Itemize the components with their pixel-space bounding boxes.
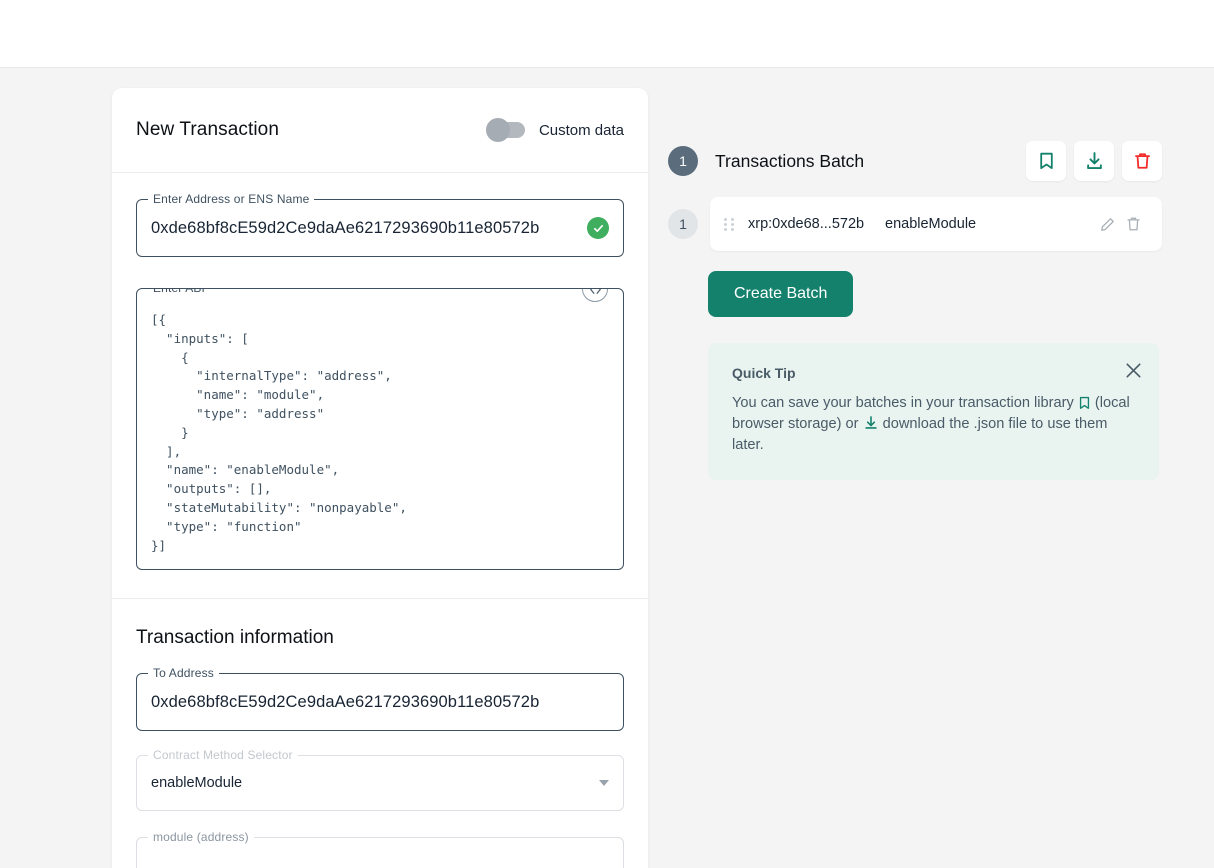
batch-row-wrapper: 1 xrp:0xde68...572b enableModule	[668, 197, 1162, 251]
batch-row-address: xrp:0xde68...572b	[748, 216, 865, 232]
app-top-bar	[0, 0, 1214, 68]
drag-handle-icon[interactable]	[724, 217, 734, 231]
abi-code-content: [{ "inputs": [ { "internalType": "addres…	[151, 312, 407, 553]
page-title: New Transaction	[136, 119, 280, 140]
batch-row-index: 1	[668, 209, 698, 239]
download-icon	[864, 416, 877, 429]
module-address-field-legend: module (address)	[148, 830, 254, 844]
batch-title: Transactions Batch	[715, 150, 865, 171]
address-field[interactable]: Enter Address or ENS Name 0xde68bf8cE59d…	[136, 192, 624, 257]
page-body: New Transaction Custom data Enter Addres…	[0, 68, 1214, 868]
chevron-down-icon[interactable]	[599, 780, 609, 786]
custom-data-toggle-group[interactable]: Custom data	[485, 118, 624, 142]
address-field-legend: Enter Address or ENS Name	[148, 192, 315, 206]
table-row[interactable]: xrp:0xde68...572b enableModule	[710, 197, 1162, 251]
transactions-batch-panel: 1 Transactions Batch 1 xrp:0xde68...572b…	[668, 68, 1178, 833]
transaction-information-title: Transaction information	[136, 627, 334, 648]
contract-method-selector[interactable]: Contract Method Selector enableModule	[136, 748, 624, 811]
to-address-field[interactable]: To Address 0xde68bf8cE59d2Ce9daAe6217293…	[136, 666, 624, 731]
check-circle-icon	[587, 217, 609, 239]
batch-row-method: enableModule	[885, 216, 977, 232]
quick-tip-title: Quick Tip	[732, 365, 796, 381]
custom-data-label: Custom data	[538, 121, 624, 139]
quick-tip-card: Quick Tip You can save your batches in y…	[708, 343, 1159, 480]
close-icon[interactable]	[1126, 363, 1141, 378]
card-header: New Transaction Custom data	[112, 88, 648, 173]
quick-tip-body: You can save your batches in your transa…	[732, 393, 1135, 456]
abi-field[interactable]: Enter ABI [{ "inputs": [ { "internalType…	[136, 288, 624, 570]
create-batch-button[interactable]: Create Batch	[708, 271, 854, 317]
address-field-value: 0xde68bf8cE59d2Ce9daAe6217293690b11e8057…	[151, 218, 540, 237]
batch-action-buttons	[1026, 141, 1162, 181]
module-address-field[interactable]: module (address)	[136, 830, 624, 868]
batch-header: 1 Transactions Batch	[668, 141, 1162, 181]
batch-count-badge: 1	[668, 146, 698, 176]
contract-method-selector-value: enableModule	[151, 775, 243, 791]
abi-field-legend: Enter ABI	[148, 289, 211, 295]
save-batch-button[interactable]	[1026, 141, 1066, 181]
new-transaction-card: New Transaction Custom data Enter Addres…	[112, 88, 648, 868]
delete-batch-button[interactable]	[1122, 141, 1162, 181]
to-address-field-legend: To Address	[148, 666, 219, 680]
custom-data-switch[interactable]	[485, 118, 525, 142]
to-address-field-value: 0xde68bf8cE59d2Ce9daAe6217293690b11e8057…	[151, 692, 540, 711]
contract-method-selector-legend: Contract Method Selector	[148, 748, 298, 762]
switch-knob	[485, 118, 510, 142]
trash-icon[interactable]	[1120, 216, 1146, 232]
pencil-icon[interactable]	[1094, 217, 1120, 232]
download-batch-button[interactable]	[1074, 141, 1114, 181]
quick-tip-text-1: You can save your batches in your transa…	[732, 395, 1074, 411]
bookmark-icon	[1079, 396, 1089, 409]
